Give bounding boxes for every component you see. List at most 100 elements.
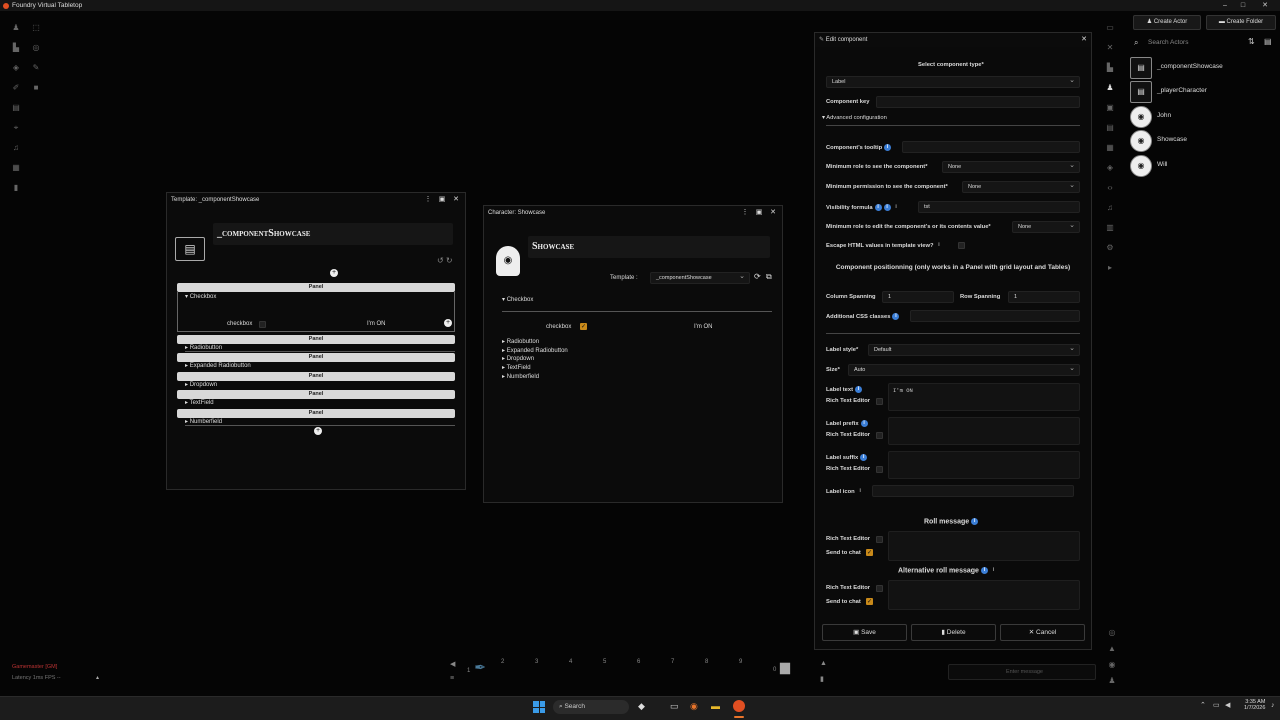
volume-icon[interactable]: ◀ — [450, 660, 455, 668]
column-spanning-input[interactable]: 1 — [882, 291, 954, 303]
checkbox-section-toggle[interactable]: Checkbox — [185, 293, 217, 300]
hood-avatar-icon[interactable]: ◉ — [496, 246, 520, 276]
lock-icon[interactable]: ▲ — [1106, 643, 1118, 655]
create-actor-button[interactable]: ♟ Create Actor — [1133, 15, 1201, 30]
hotbar-slot[interactable]: 3 — [532, 657, 566, 689]
info-icon[interactable]: i — [874, 204, 882, 211]
checkbox-input[interactable]: ✓ — [580, 323, 587, 330]
close-sidebar-icon[interactable]: ✕ — [1104, 42, 1116, 54]
lock-hotbar-icon[interactable]: ▲ — [820, 660, 827, 667]
folder-icon[interactable]: ▬ — [711, 701, 720, 711]
label-style-select[interactable]: Default — [868, 343, 1080, 356]
visibility-formula-input[interactable]: tst — [918, 201, 1080, 213]
panel-bar[interactable]: Panel — [177, 409, 455, 418]
undo-icon[interactable]: ↺ ↻ — [437, 256, 453, 265]
actor-entry[interactable]: ◉ Showcase — [1130, 130, 1278, 152]
size-select[interactable]: Auto — [848, 363, 1080, 376]
notes-icon[interactable]: ⌖ — [10, 122, 22, 134]
add-component-bottom-icon[interactable]: + — [314, 427, 322, 435]
close-icon[interactable]: ✕ — [768, 206, 778, 220]
min-perm-see-select[interactable]: None — [962, 180, 1080, 193]
tooltip-input[interactable] — [902, 141, 1080, 153]
playlists-icon[interactable]: ♫ — [1104, 202, 1116, 214]
collapse-players-icon[interactable]: ▴ — [96, 674, 99, 681]
menu-icon[interactable]: ⋮ — [423, 193, 433, 207]
section-dropdown[interactable]: Dropdown — [185, 381, 217, 388]
actor-entry[interactable]: ◉ Will — [1130, 155, 1278, 177]
character-name-input[interactable]: Showcase — [528, 236, 770, 258]
component-type-select[interactable]: Label — [826, 75, 1080, 88]
ruler-icon[interactable]: ✎ — [30, 62, 42, 74]
save-button[interactable]: ▣ Save — [822, 624, 907, 641]
panel-bar[interactable]: Panel — [177, 390, 455, 399]
rich-text-editor-checkbox[interactable] — [876, 432, 883, 439]
windows-start-icon[interactable] — [533, 701, 545, 713]
escape-html-checkbox[interactable] — [958, 242, 965, 249]
section-numberfield[interactable]: Numberfield — [502, 373, 539, 380]
hotbar-slot[interactable]: 7 — [668, 657, 702, 689]
css-classes-input[interactable] — [910, 310, 1080, 322]
label-suffix-textarea[interactable] — [888, 451, 1080, 479]
label-icon-input[interactable] — [872, 485, 1074, 497]
bookmark-icon[interactable]: ▮ — [10, 182, 22, 194]
sort-icon[interactable]: ⇅ — [1248, 37, 1255, 46]
help-icon[interactable]: i — [936, 242, 943, 249]
foundry-app-icon[interactable] — [733, 700, 745, 712]
add-component-top-icon[interactable]: + — [330, 269, 338, 277]
section-numberfield[interactable]: Numberfield — [185, 418, 455, 426]
info-icon[interactable]: i — [884, 144, 892, 151]
rich-text-editor-checkbox[interactable] — [876, 585, 883, 592]
actors-icon[interactable]: ♟ — [1104, 82, 1116, 94]
panel-bar[interactable]: Panel — [177, 372, 455, 381]
network-icon[interactable]: ▭ — [1213, 701, 1220, 709]
hotbar-slot[interactable]: 6 — [634, 657, 668, 689]
clock[interactable]: 3:35 AM 1/7/2026 — [1244, 699, 1265, 711]
settings-icon[interactable]: ⚙ — [1104, 242, 1116, 254]
advanced-config-toggle[interactable]: ▾ Advanced configuration — [822, 115, 887, 121]
info-icon[interactable]: i — [860, 454, 868, 461]
file-explorer-icon[interactable]: ▭ — [670, 701, 679, 712]
tables-icon[interactable]: ▦ — [1104, 142, 1116, 154]
checkbox-input[interactable] — [259, 321, 266, 328]
rich-text-editor-checkbox[interactable] — [876, 466, 883, 473]
maximize-button[interactable]: □ — [1232, 0, 1254, 11]
info-icon[interactable]: i — [892, 313, 900, 320]
code-icon[interactable]: ‹› — [1104, 182, 1116, 194]
close-icon[interactable]: ✕ — [1079, 33, 1089, 47]
user-icon[interactable]: ♟ — [1106, 675, 1118, 687]
taskbar-search[interactable]: ⌕ Search — [553, 700, 629, 714]
notification-bell-icon[interactable]: ♪ — [1271, 702, 1275, 709]
min-role-edit-select[interactable]: None — [1012, 220, 1080, 233]
info-icon[interactable]: i — [980, 567, 988, 574]
config-icon[interactable]: ▣ — [437, 193, 447, 207]
eye-icon[interactable]: ◉ — [1106, 659, 1118, 671]
token-icon[interactable]: ♟ — [10, 22, 22, 34]
close-icon[interactable]: ✕ — [451, 193, 461, 207]
menu-icon[interactable]: ⋮ — [740, 206, 750, 220]
compendium-icon[interactable]: ▥ — [1104, 222, 1116, 234]
actor-entry[interactable]: ▤ _playerCharacter — [1130, 81, 1278, 103]
lighting-icon[interactable]: ▤ — [10, 102, 22, 114]
regions-icon[interactable]: ▦ — [10, 162, 22, 174]
label-text-textarea[interactable]: I'm ON — [888, 383, 1080, 411]
info-icon[interactable]: i — [971, 518, 979, 525]
template-select[interactable]: _componentShowcase — [650, 271, 750, 284]
actor-entry[interactable]: ▤ _componentShowcase — [1130, 57, 1278, 79]
tiles-icon[interactable]: ▙ — [10, 42, 22, 54]
send-to-chat-checkbox[interactable]: ✓ — [866, 549, 873, 556]
refresh-icon[interactable]: ⟳ — [754, 272, 761, 281]
create-folder-button[interactable]: ▬ Create Folder — [1206, 15, 1276, 30]
chat-message-input[interactable]: Enter message — [948, 664, 1096, 680]
menu-icon[interactable]: ≡ — [450, 675, 454, 682]
section-textfield[interactable]: TextField — [502, 364, 531, 371]
target-icon[interactable]: ◎ — [30, 42, 42, 54]
external-link-icon[interactable]: ⧉ — [766, 272, 772, 282]
hotbar-slot[interactable]: 1 ✒ — [464, 657, 498, 689]
config-icon[interactable]: ▣ — [754, 206, 764, 220]
close-window-button[interactable]: ✕ — [1254, 0, 1276, 11]
section-radiobutton[interactable]: Radiobutton — [502, 338, 539, 345]
hotbar-slot[interactable]: 8 — [702, 657, 736, 689]
section-dropdown[interactable]: Dropdown — [502, 355, 534, 362]
info-icon[interactable]: i — [883, 204, 891, 211]
checkbox-section-toggle[interactable]: Checkbox — [502, 296, 772, 312]
